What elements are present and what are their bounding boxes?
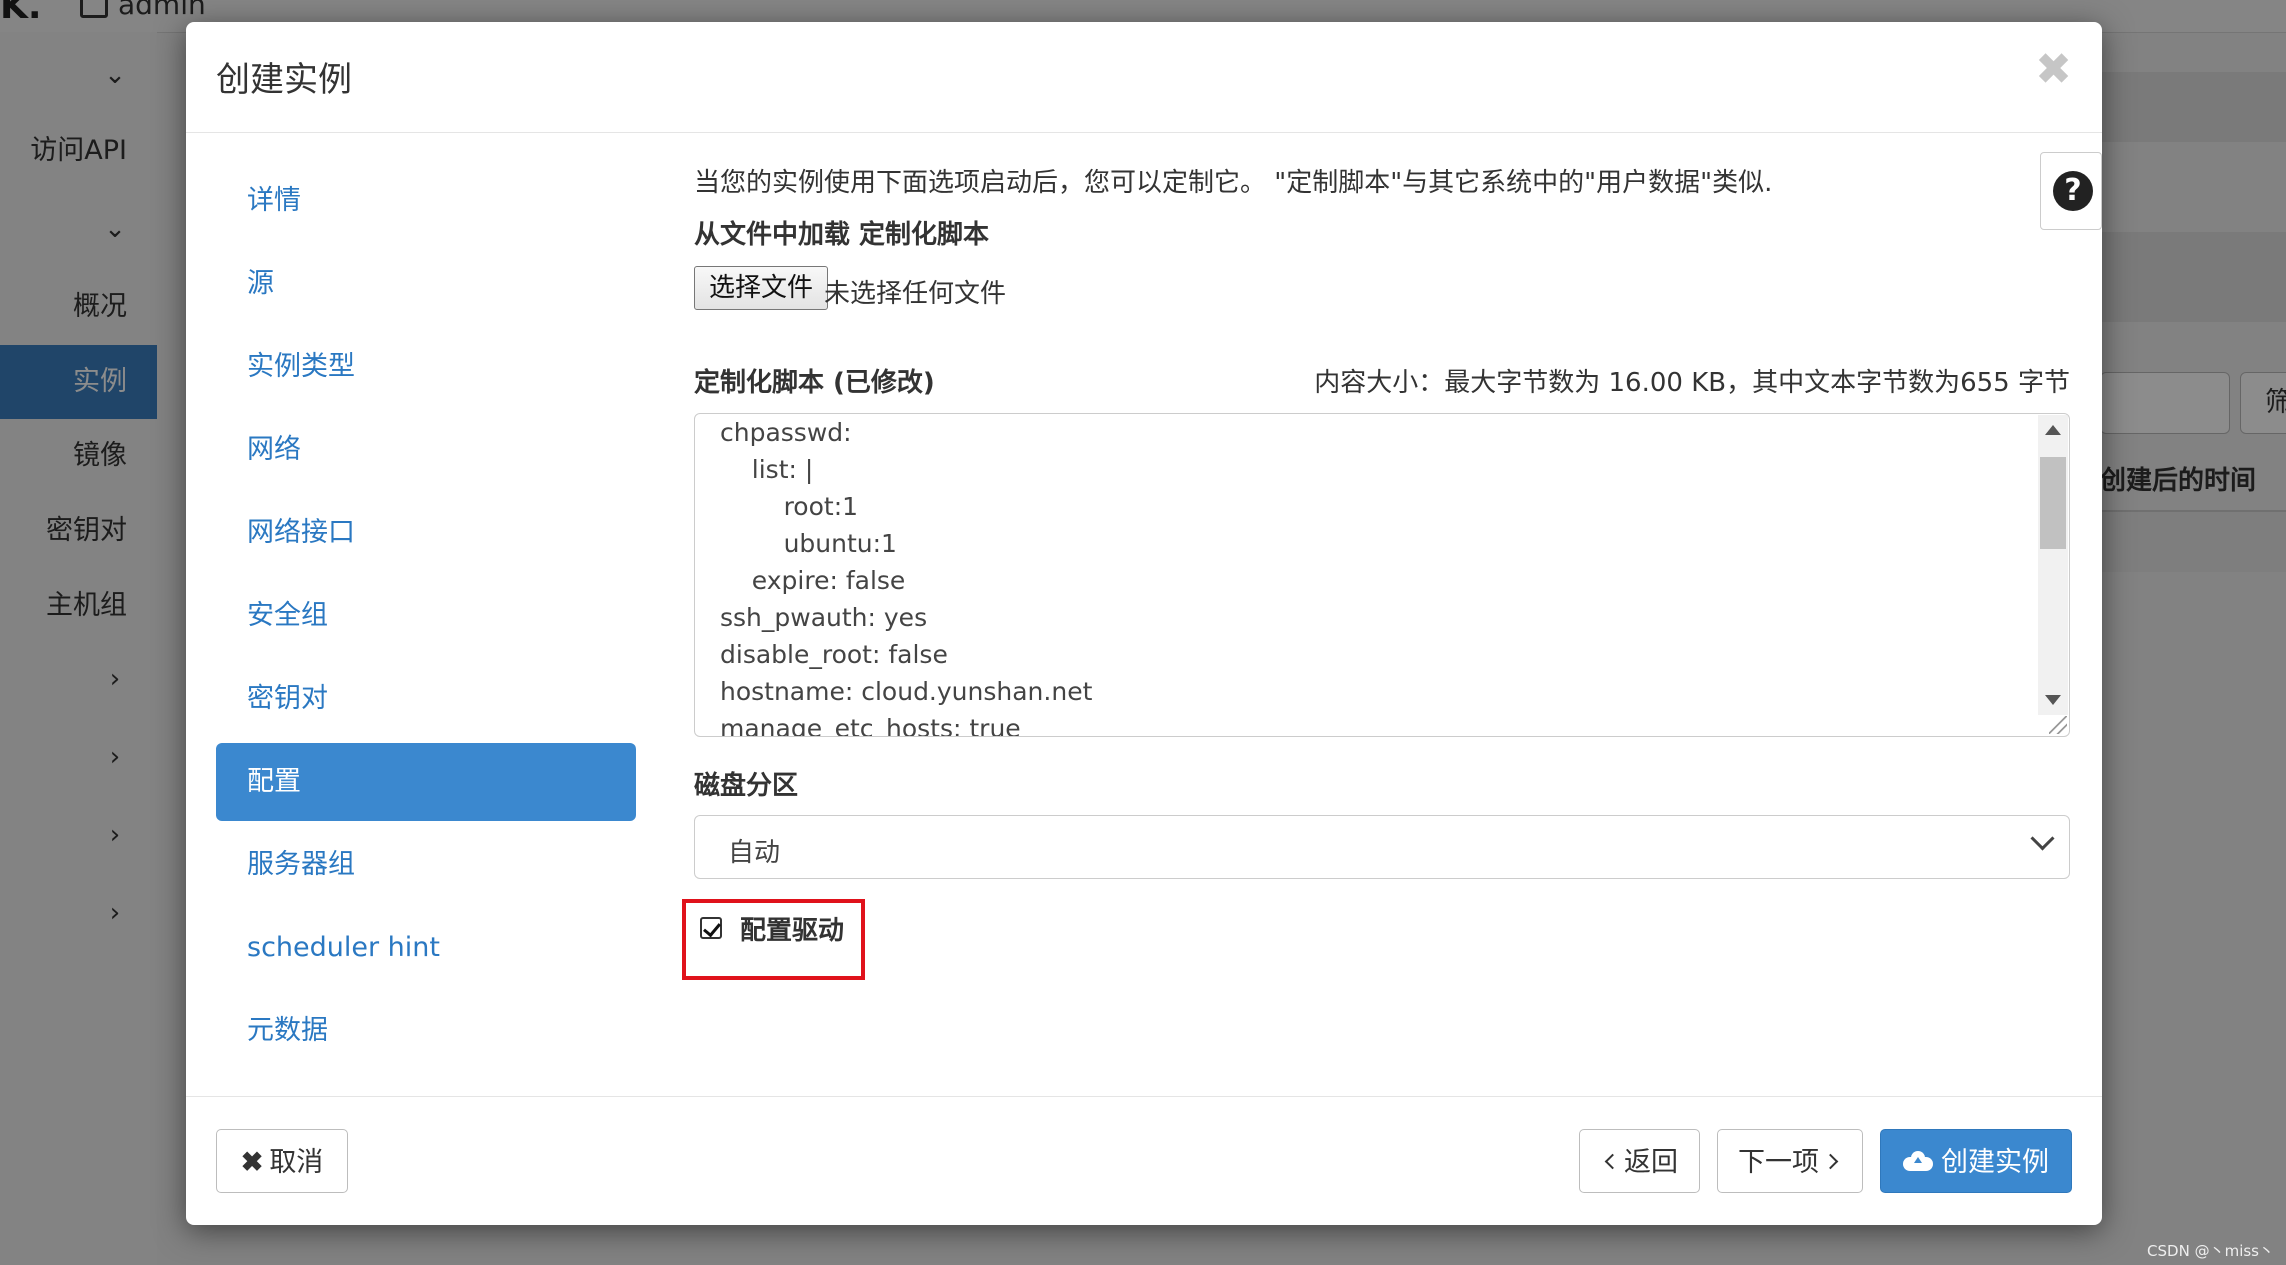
customization-script-textarea[interactable]: chpasswd: list: | root:1 ubuntu:1 expire… [694, 413, 2070, 737]
cloud-upload-icon [1903, 1150, 1933, 1171]
chevron-right-icon [1822, 1154, 1839, 1170]
nav-item-flavor[interactable]: 实例类型 [216, 328, 636, 406]
textarea-scrollbar[interactable] [2038, 415, 2068, 715]
script-line: disable_root: false [720, 640, 948, 669]
back-label: 返回 [1624, 1147, 1678, 1177]
file-status: 未选择任何文件 [824, 279, 1007, 309]
check-icon [703, 918, 721, 938]
chevron-down-icon [2030, 826, 2055, 851]
content-size-info: 内容大小：最大字节数为 16.00 KB，其中文本字节数为655 字节 [1314, 368, 2070, 398]
script-line: manage_etc_hosts: true [720, 714, 1021, 737]
customization-script-label: 定制化脚本 (已修改) [694, 368, 935, 398]
scroll-up-arrow-icon[interactable] [2045, 425, 2061, 435]
config-drive-label[interactable]: 配置驱动 [740, 910, 844, 947]
nav-item-configuration[interactable]: 配置 [216, 743, 636, 821]
modal-footer: ✖ 取消 返回 下一项 创建实例 [186, 1096, 2102, 1225]
launch-instance-modal: 创建实例 ✖ 详情 源 实例类型 网络 网络接口 安全组 密钥对 配置 服务器组… [186, 22, 2102, 1225]
nav-item-metadata[interactable]: 元数据 [216, 992, 636, 1070]
launch-label: 创建实例 [1941, 1147, 2049, 1177]
nav-item-keypair[interactable]: 密钥对 [216, 660, 636, 738]
close-icon[interactable]: ✖ [2035, 44, 2072, 95]
question-circle-icon: ? [2053, 171, 2093, 211]
nav-item-scheduler-hint[interactable]: scheduler hint [216, 909, 636, 987]
config-drive-checkbox[interactable] [700, 917, 722, 939]
script-line: chpasswd: [720, 418, 852, 447]
launch-instance-button[interactable]: 创建实例 [1880, 1129, 2072, 1193]
script-line: list: | [720, 455, 814, 484]
help-button[interactable]: ? [2040, 152, 2102, 230]
nav-item-network-ports[interactable]: 网络接口 [216, 494, 636, 572]
watermark: CSDN @丶miss丶 [2147, 1242, 2274, 1260]
resize-handle-icon[interactable] [2049, 716, 2067, 734]
script-line: hostname: cloud.yunshan.net [720, 677, 1093, 706]
script-line: ubuntu:1 [720, 529, 897, 558]
nav-item-security-groups[interactable]: 安全组 [216, 577, 636, 655]
disk-partition-label: 磁盘分区 [694, 771, 799, 801]
disk-partition-value: 自动 [728, 838, 781, 868]
scroll-down-arrow-icon[interactable] [2045, 695, 2061, 705]
nav-item-source[interactable]: 源 [216, 245, 636, 323]
modal-header: 创建实例 ✖ [186, 22, 2102, 133]
cancel-label: 取消 [269, 1147, 324, 1177]
nav-item-details[interactable]: 详情 [216, 162, 636, 240]
next-label: 下一项 [1738, 1147, 1819, 1177]
cancel-button[interactable]: ✖ 取消 [216, 1129, 348, 1193]
script-line: expire: false [720, 566, 906, 595]
script-line: ssh_pwauth: yes [720, 603, 928, 632]
modal-title: 创建实例 [216, 60, 352, 100]
choose-file-button[interactable]: 选择文件 [694, 266, 829, 310]
close-icon: ✖ [240, 1147, 264, 1177]
script-line: root:1 [720, 492, 859, 521]
next-button[interactable]: 下一项 [1717, 1129, 1863, 1193]
nav-item-server-groups[interactable]: 服务器组 [216, 826, 636, 904]
wizard-nav: 详情 源 实例类型 网络 网络接口 安全组 密钥对 配置 服务器组 schedu… [216, 162, 636, 1075]
disk-partition-select[interactable]: 自动 [694, 815, 2070, 879]
load-script-label: 从文件中加载 定制化脚本 [694, 220, 990, 250]
nav-item-networks[interactable]: 网络 [216, 411, 636, 489]
configuration-description: 当您的实例使用下面选项启动后，您可以定制它。 "定制脚本"与其它系统中的"用户数… [694, 168, 1773, 198]
chevron-left-icon [1604, 1154, 1621, 1170]
scrollbar-thumb[interactable] [2040, 457, 2066, 549]
back-button[interactable]: 返回 [1579, 1129, 1700, 1193]
